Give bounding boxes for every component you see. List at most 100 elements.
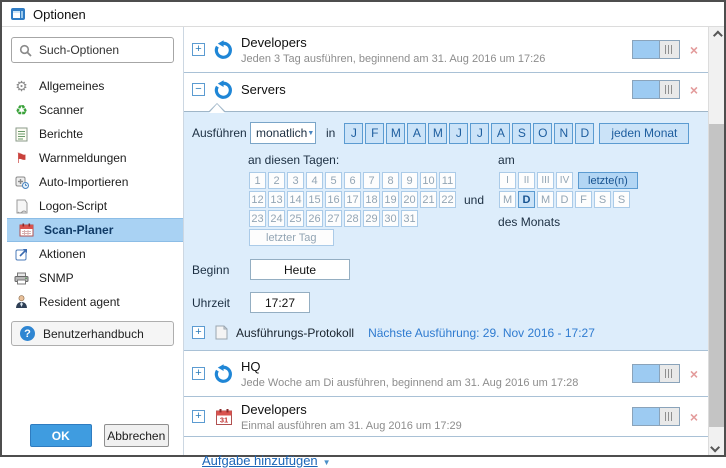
month-button[interactable]: A xyxy=(407,123,426,144)
day-cell[interactable]: 2 xyxy=(268,172,285,189)
day-cell[interactable]: 22 xyxy=(439,191,456,208)
day-cell[interactable]: 30 xyxy=(382,210,399,227)
month-button[interactable]: J xyxy=(470,123,489,144)
search-input[interactable] xyxy=(39,43,194,57)
month-button[interactable]: D xyxy=(575,123,594,144)
frequency-dropdown[interactable]: monatlich ▼ xyxy=(250,122,316,144)
day-cell[interactable]: 10 xyxy=(420,172,437,189)
delete-task-icon[interactable]: × xyxy=(690,43,698,57)
sidebar-item-resident-agent[interactable]: Resident agent xyxy=(2,290,183,314)
day-cell[interactable]: 31 xyxy=(401,210,418,227)
time-field[interactable] xyxy=(250,292,310,313)
day-cell[interactable]: 21 xyxy=(420,191,437,208)
svg-text:31: 31 xyxy=(220,415,228,424)
month-button[interactable]: J xyxy=(449,123,468,144)
day-cell[interactable]: 16 xyxy=(325,191,342,208)
sidebar-item-logon-script[interactable]: Logon-Script xyxy=(2,194,183,218)
sidebar-item-berichte[interactable]: Berichte xyxy=(2,122,183,146)
month-button[interactable]: A xyxy=(491,123,510,144)
search-options-box[interactable] xyxy=(11,37,174,63)
day-cell[interactable]: 27 xyxy=(325,210,342,227)
scroll-up-icon[interactable] xyxy=(709,27,724,43)
day-cell[interactable]: 4 xyxy=(306,172,323,189)
begin-date-field[interactable] xyxy=(250,259,350,280)
expand-icon[interactable]: + xyxy=(192,326,205,339)
day-cell[interactable]: 25 xyxy=(287,210,304,227)
weekday-cell[interactable]: M xyxy=(499,191,516,208)
delete-task-icon[interactable]: × xyxy=(690,410,698,424)
task-enabled-toggle[interactable] xyxy=(632,40,680,59)
sidebar-item-label: Logon-Script xyxy=(39,199,107,213)
day-cell[interactable]: 18 xyxy=(363,191,380,208)
sidebar-item-scanner[interactable]: ♻ Scanner xyxy=(2,98,183,122)
day-cell[interactable]: 15 xyxy=(306,191,323,208)
expand-icon[interactable]: + xyxy=(192,410,205,423)
day-cell[interactable]: 13 xyxy=(268,191,285,208)
day-cell[interactable]: 12 xyxy=(249,191,266,208)
delete-task-icon[interactable]: × xyxy=(690,367,698,381)
repeat-task-icon xyxy=(213,40,235,60)
month-button[interactable]: M xyxy=(428,123,447,144)
day-cell[interactable]: 3 xyxy=(287,172,304,189)
last-n-button[interactable]: letzte(n) xyxy=(578,172,638,189)
ordinal-cell[interactable]: I xyxy=(499,172,516,189)
collapse-icon[interactable]: − xyxy=(192,83,205,96)
day-cell[interactable]: 8 xyxy=(382,172,399,189)
main-area: + Developers Jeden 3 Tag ausführen, begi… xyxy=(184,27,724,455)
last-day-button[interactable]: letzter Tag xyxy=(249,229,334,246)
month-button[interactable]: O xyxy=(533,123,552,144)
weekday-cell[interactable]: D xyxy=(518,191,535,208)
day-cell[interactable]: 5 xyxy=(325,172,342,189)
every-month-button[interactable]: jeden Monat xyxy=(599,123,689,144)
month-button[interactable]: M xyxy=(386,123,405,144)
ordinal-cell[interactable]: III xyxy=(537,172,554,189)
ordinal-cell[interactable]: IV xyxy=(556,172,573,189)
day-cell[interactable]: 17 xyxy=(344,191,361,208)
weekday-cell[interactable]: M xyxy=(537,191,554,208)
day-cell[interactable]: 7 xyxy=(363,172,380,189)
scrollbar-thumb[interactable] xyxy=(709,124,724,427)
ok-button[interactable]: OK xyxy=(30,424,92,447)
sidebar-item-aktionen[interactable]: Aktionen xyxy=(2,242,183,266)
vertical-scrollbar[interactable] xyxy=(708,27,724,455)
sidebar-item-scan-planer[interactable]: Scan-Planer xyxy=(7,218,183,242)
sidebar-item-label: Resident agent xyxy=(39,295,120,309)
month-button[interactable]: N xyxy=(554,123,573,144)
task-enabled-toggle[interactable] xyxy=(632,407,680,426)
sidebar-item-snmp[interactable]: SNMP xyxy=(2,266,183,290)
day-cell[interactable]: 23 xyxy=(249,210,266,227)
repeat-task-icon xyxy=(213,80,235,100)
day-cell[interactable]: 1 xyxy=(249,172,266,189)
weekday-cell[interactable]: S xyxy=(613,191,630,208)
weekday-cell[interactable]: S xyxy=(594,191,611,208)
month-button[interactable]: F xyxy=(365,123,384,144)
day-cell[interactable]: 20 xyxy=(401,191,418,208)
sidebar-item-allgemeines[interactable]: ⚙ Allgemeines xyxy=(2,74,183,98)
day-cell[interactable]: 11 xyxy=(439,172,456,189)
day-cell[interactable]: 24 xyxy=(268,210,285,227)
cancel-button[interactable]: Abbrechen xyxy=(104,424,169,447)
month-button[interactable]: J xyxy=(344,123,363,144)
delete-task-icon[interactable]: × xyxy=(690,83,698,97)
sidebar-item-warnmeldungen[interactable]: ⚑ Warnmeldungen xyxy=(2,146,183,170)
day-cell[interactable]: 14 xyxy=(287,191,304,208)
sidebar-item-auto-importieren[interactable]: Auto-Importieren xyxy=(2,170,183,194)
expand-icon[interactable]: + xyxy=(192,367,205,380)
day-cell[interactable]: 29 xyxy=(363,210,380,227)
day-cell[interactable]: 6 xyxy=(344,172,361,189)
task-enabled-toggle[interactable] xyxy=(632,364,680,383)
month-button[interactable]: S xyxy=(512,123,531,144)
scroll-down-icon[interactable] xyxy=(709,439,724,455)
add-task-link[interactable]: Aufgabe hinzufügen▼ xyxy=(202,453,331,468)
day-cell[interactable]: 19 xyxy=(382,191,399,208)
protocol-label[interactable]: Ausführungs-Protokoll xyxy=(236,326,354,340)
ordinal-cell[interactable]: II xyxy=(518,172,535,189)
user-manual-button[interactable]: ? Benutzerhandbuch xyxy=(11,321,174,346)
weekday-cell[interactable]: D xyxy=(556,191,573,208)
expand-icon[interactable]: + xyxy=(192,43,205,56)
task-enabled-toggle[interactable] xyxy=(632,80,680,99)
day-cell[interactable]: 9 xyxy=(401,172,418,189)
day-cell[interactable]: 26 xyxy=(306,210,323,227)
day-cell[interactable]: 28 xyxy=(344,210,361,227)
weekday-cell[interactable]: F xyxy=(575,191,592,208)
